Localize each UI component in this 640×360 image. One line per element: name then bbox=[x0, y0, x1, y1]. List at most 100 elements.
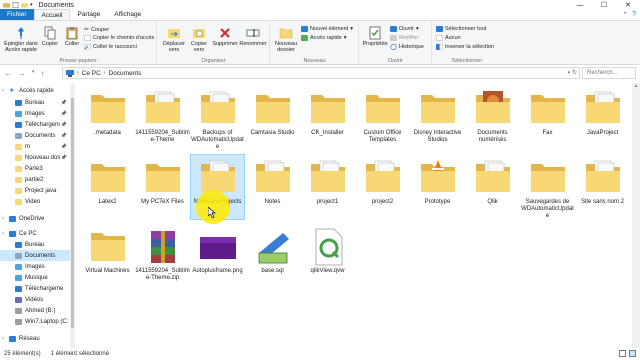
pin-quick-access-button[interactable]: Épingler dans Accès rapide bbox=[4, 26, 38, 53]
scroll-up-arrow-icon[interactable]: ▲ bbox=[632, 83, 640, 91]
sidebar-item[interactable]: m 📌 bbox=[0, 141, 70, 152]
tab-accueil[interactable]: Accueil bbox=[33, 9, 71, 20]
sidebar-item[interactable]: › ★ Accès rapide bbox=[0, 85, 70, 96]
sidebar-item[interactable]: › Ce PC bbox=[0, 228, 70, 239]
folder-item[interactable]: CK_Installer bbox=[300, 86, 355, 152]
sidebar-item[interactable]: Images bbox=[0, 261, 70, 272]
folder-item[interactable]: Documents numérisés bbox=[465, 86, 520, 152]
chevron-right-icon[interactable]: › bbox=[2, 336, 4, 342]
file-item[interactable]: base.sql bbox=[245, 224, 300, 290]
chevron-right-icon[interactable]: › bbox=[2, 231, 4, 237]
address-bar[interactable]: › Ce PC › Documents ▾ ↻ bbox=[62, 67, 580, 79]
move-to-button[interactable]: Déplacer vers bbox=[162, 26, 186, 53]
folder-item[interactable]: project2 bbox=[355, 155, 410, 221]
details-view-icon[interactable] bbox=[619, 350, 626, 357]
folder-item[interactable]: Disney Interactive Studios bbox=[410, 86, 465, 152]
chevron-down-icon[interactable]: ▾ bbox=[32, 69, 35, 78]
paste-button[interactable]: Coller bbox=[62, 26, 82, 47]
folder-item[interactable]: Latex2 bbox=[80, 155, 135, 221]
folder-item[interactable]: Fax bbox=[520, 86, 575, 152]
sidebar-item[interactable]: partie2 bbox=[0, 174, 70, 185]
new-folder-button[interactable]: Nouveau dossier bbox=[273, 26, 299, 53]
folder-item[interactable]: 1411559204_Sublime-Theme bbox=[135, 86, 190, 152]
chevron-down-icon[interactable]: ▾ bbox=[568, 70, 571, 76]
copy-button[interactable]: Copier bbox=[40, 26, 60, 47]
copy-path-button[interactable]: Copier le chemin d'accès bbox=[84, 35, 154, 41]
search-input[interactable]: Recherch... bbox=[582, 67, 636, 79]
sidebar-item[interactable]: Parte3 bbox=[0, 163, 70, 174]
breadcrumb-ce-pc[interactable]: Ce PC bbox=[82, 70, 101, 77]
chevron-right-icon[interactable]: › bbox=[2, 88, 4, 94]
folder-item[interactable]: JavaProject bbox=[575, 86, 630, 152]
file-item[interactable]: qlikView.qvw bbox=[300, 224, 355, 290]
folder-item[interactable]: Backups of WDAutomaticUpdate bbox=[190, 86, 245, 152]
tab-fichier[interactable]: Fichier bbox=[0, 9, 34, 20]
folder-item[interactable]: Site sans nom 2 bbox=[575, 155, 630, 221]
chevron-down-icon[interactable]: ▾ bbox=[30, 2, 33, 8]
copy-to-button[interactable]: Copier vers bbox=[188, 26, 210, 53]
folder-item[interactable]: Qlik bbox=[465, 155, 520, 221]
minimize-button[interactable]: — bbox=[568, 0, 592, 10]
history-button[interactable]: Historique bbox=[390, 44, 424, 50]
folder-item[interactable]: Notes bbox=[245, 155, 300, 221]
sidebar-item[interactable]: Bureau bbox=[0, 239, 70, 250]
new-item-button[interactable]: Nouvel élément ▾ bbox=[301, 26, 353, 32]
close-button[interactable]: ✕ bbox=[616, 0, 640, 10]
properties-icon[interactable] bbox=[12, 2, 19, 8]
cut-button[interactable]: ✂ Couper bbox=[84, 26, 109, 34]
sidebar-scrollbar-thumb[interactable] bbox=[71, 98, 74, 328]
breadcrumb-documents[interactable]: Documents bbox=[109, 70, 142, 77]
folder-item[interactable]: .metadata bbox=[80, 86, 135, 152]
back-arrow-icon[interactable]: ← bbox=[4, 69, 12, 78]
large-icons-view-icon[interactable] bbox=[629, 350, 636, 357]
documents-icon bbox=[15, 252, 22, 259]
folder-item[interactable]: Virtual Machines bbox=[80, 224, 135, 290]
sidebar-item[interactable]: Documents bbox=[0, 250, 70, 261]
edit-button[interactable]: Modifier bbox=[390, 35, 419, 41]
help-icon[interactable]: ? bbox=[632, 11, 636, 19]
properties-button[interactable]: Propriétés bbox=[362, 26, 388, 47]
sidebar-item[interactable]: Vidéos bbox=[0, 294, 70, 305]
select-all-button[interactable]: Sélectionner tout bbox=[436, 26, 486, 32]
folder-item[interactable]: Custom Office Templates bbox=[355, 86, 410, 152]
sidebar-item[interactable]: Documents 📌 bbox=[0, 130, 70, 141]
folder-item[interactable]: Prototype bbox=[410, 155, 465, 221]
delete-button[interactable]: Supprimer bbox=[212, 26, 238, 47]
chevron-right-icon[interactable]: › bbox=[2, 216, 4, 222]
sidebar-item[interactable]: Win7.Laptop (C: bbox=[0, 316, 70, 327]
window-title: Documents bbox=[38, 1, 74, 9]
sidebar-item[interactable]: Musique bbox=[0, 272, 70, 283]
sidebar-item[interactable]: › Réseau bbox=[0, 333, 70, 344]
tab-partage[interactable]: Partage bbox=[70, 9, 107, 20]
forward-arrow-icon[interactable]: → bbox=[18, 69, 26, 78]
sidebar-item[interactable]: Téléchargeme bbox=[0, 283, 70, 294]
up-arrow-icon[interactable]: ↑ bbox=[41, 69, 45, 78]
sidebar-item[interactable]: › OneDrive bbox=[0, 213, 70, 224]
content-scrollbar[interactable]: ▲ bbox=[632, 83, 640, 348]
item-label: Qlik bbox=[487, 199, 498, 205]
folder-item[interactable]: Camtasia Studio bbox=[245, 86, 300, 152]
new-folder-icon[interactable] bbox=[21, 2, 28, 8]
tab-affichage[interactable]: Affichage bbox=[107, 9, 148, 20]
refresh-icon[interactable]: ↻ bbox=[572, 70, 577, 76]
maximize-button[interactable]: ☐ bbox=[592, 0, 616, 10]
sidebar-item[interactable]: Téléchargem 📌 bbox=[0, 119, 70, 130]
file-item[interactable]: 1411559204_Sublime-Theme.zip bbox=[135, 224, 190, 290]
open-button[interactable]: Ouvrir ▾ bbox=[390, 26, 419, 32]
easy-access-button[interactable]: Accès rapide ▾ bbox=[301, 35, 347, 41]
folder-item[interactable]: project1 bbox=[300, 155, 355, 221]
sidebar-item[interactable]: Project java bbox=[0, 185, 70, 196]
select-none-button[interactable]: Aucun bbox=[436, 35, 461, 41]
folder-item[interactable]: Sauvegardes de WDAutomaticUpdate bbox=[520, 155, 575, 221]
sidebar-item[interactable]: Nouveau dos 📌 bbox=[0, 152, 70, 163]
chevron-up-icon[interactable]: ⌃ bbox=[622, 11, 628, 19]
sidebar-item[interactable]: Video bbox=[0, 196, 70, 207]
invert-selection-button[interactable]: Inverser la sélection bbox=[436, 44, 494, 50]
sidebar-item[interactable]: Ahmed (B:) bbox=[0, 305, 70, 316]
file-item[interactable]: Autoplusframe.png bbox=[190, 224, 245, 290]
folder-item[interactable]: My PCTeX Files bbox=[135, 155, 190, 221]
sidebar-item[interactable]: Bureau 📌 bbox=[0, 97, 70, 108]
sidebar-item[interactable]: Images 📌 bbox=[0, 108, 70, 119]
paste-shortcut-button[interactable]: Coller le raccourci bbox=[84, 44, 137, 50]
rename-button[interactable]: Renommer bbox=[239, 26, 267, 47]
